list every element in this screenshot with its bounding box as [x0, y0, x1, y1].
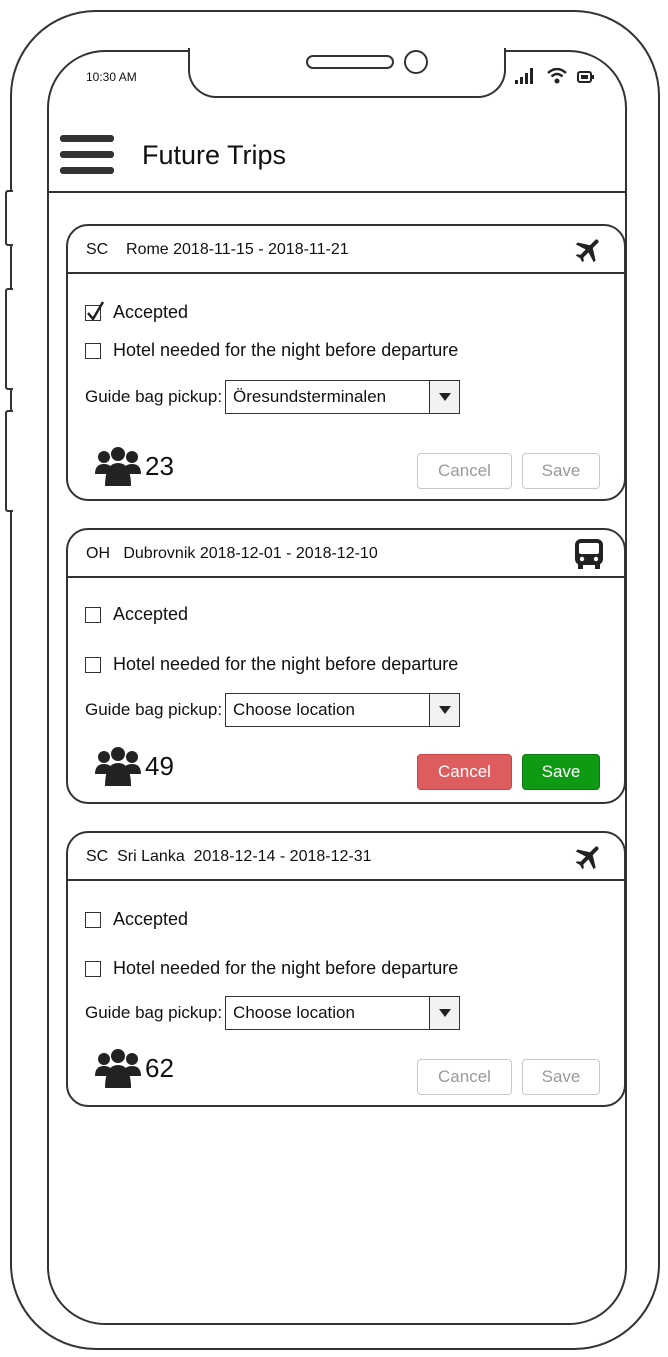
- pickup-select[interactable]: Öresundsterminalen: [225, 380, 461, 414]
- trip-title: SC Rome 2018-11-15 - 2018-11-21: [86, 241, 349, 258]
- pickup-select[interactable]: Choose location: [225, 996, 461, 1030]
- side-button-volume-up: [5, 288, 13, 390]
- trip-card-header: OH Dubrovnik 2018-12-01 - 2018-12-10: [68, 530, 624, 578]
- accepted-row[interactable]: Accepted: [85, 300, 189, 323]
- cancel-button[interactable]: Cancel: [417, 1059, 512, 1095]
- group-icon: [95, 447, 141, 486]
- hotel-checkbox[interactable]: [85, 656, 101, 673]
- hotel-row[interactable]: Hotel needed for the night before depart…: [85, 958, 458, 979]
- trip-card-header: SC Rome 2018-11-15 - 2018-11-21: [68, 226, 624, 274]
- travelers: 49: [95, 746, 174, 786]
- chevron-down-icon[interactable]: [429, 381, 460, 413]
- accepted-checkbox[interactable]: [85, 911, 101, 928]
- hotel-checkbox[interactable]: [85, 960, 101, 977]
- battery-icon: [577, 71, 594, 83]
- accepted-row[interactable]: Accepted: [85, 604, 188, 625]
- travelers: 62: [95, 1048, 174, 1088]
- accepted-label: Accepted: [113, 302, 189, 322]
- status-time: 10:30 AM: [86, 70, 137, 84]
- front-camera: [404, 50, 428, 74]
- pickup-label: Guide bag pickup:: [85, 700, 223, 719]
- hotel-label: Hotel needed for the night before depart…: [113, 340, 459, 360]
- group-icon: [95, 747, 141, 786]
- pickup-value: Choose location: [233, 700, 355, 719]
- travelers: 23: [95, 446, 174, 486]
- pickup-row: Guide bag pickup: Öresundsterminalen: [85, 380, 461, 414]
- traveler-count: 62: [145, 1052, 174, 1083]
- hotel-label: Hotel needed for the night before depart…: [113, 654, 459, 674]
- airplane-icon: [575, 846, 599, 870]
- accepted-label: Accepted: [113, 604, 189, 624]
- page-title: Future Trips: [142, 140, 287, 170]
- header-divider: [47, 191, 627, 193]
- wifi-icon: [547, 68, 567, 84]
- side-button-silent: [5, 190, 13, 246]
- trip-title: SC Sri Lanka 2018-12-14 - 2018-12-31: [86, 848, 372, 865]
- accepted-checkbox[interactable]: [85, 606, 101, 623]
- pickup-value: Choose location: [233, 1003, 355, 1022]
- hotel-label: Hotel needed for the night before depart…: [113, 958, 459, 978]
- pickup-value: Öresundsterminalen: [233, 387, 387, 406]
- trip-card: OH Dubrovnik 2018-12-01 - 2018-12-10 Acc…: [66, 528, 626, 804]
- save-button[interactable]: Save: [522, 453, 600, 489]
- pickup-row: Guide bag pickup: Choose location: [85, 693, 461, 727]
- trip-title: OH Dubrovnik 2018-12-01 - 2018-12-10: [86, 545, 378, 562]
- chevron-down-icon[interactable]: [429, 997, 460, 1029]
- pickup-label: Guide bag pickup:: [85, 1003, 223, 1022]
- accepted-checkbox[interactable]: [85, 300, 105, 321]
- group-icon: [95, 1049, 141, 1088]
- pickup-row: Guide bag pickup: Choose location: [85, 996, 461, 1030]
- bus-icon: [575, 539, 603, 569]
- trip-card-header: SC Sri Lanka 2018-12-14 - 2018-12-31: [68, 833, 624, 881]
- menu-button[interactable]: [60, 135, 114, 175]
- hotel-row[interactable]: Hotel needed for the night before depart…: [85, 654, 458, 675]
- save-button[interactable]: Save: [522, 1059, 600, 1095]
- traveler-count: 49: [145, 750, 174, 781]
- cancel-button[interactable]: Cancel: [417, 754, 512, 790]
- pickup-select[interactable]: Choose location: [225, 693, 461, 727]
- cancel-button[interactable]: Cancel: [417, 453, 512, 489]
- traveler-count: 23: [145, 450, 174, 481]
- hotel-row[interactable]: Hotel needed for the night before depart…: [85, 340, 458, 361]
- side-button-volume-down: [5, 410, 13, 512]
- hotel-checkbox[interactable]: [85, 342, 101, 359]
- accepted-row[interactable]: Accepted: [85, 909, 188, 930]
- chevron-down-icon[interactable]: [429, 694, 460, 726]
- trip-card: SC Sri Lanka 2018-12-14 - 2018-12-31 Acc…: [66, 831, 626, 1107]
- save-button[interactable]: Save: [522, 754, 600, 790]
- accepted-label: Accepted: [113, 909, 189, 929]
- speaker-grille: [306, 55, 394, 69]
- signal-icon: [515, 68, 533, 84]
- airplane-icon: [575, 239, 599, 263]
- status-icons: [515, 68, 595, 84]
- trip-card: SC Rome 2018-11-15 - 2018-11-21 Accepted…: [66, 224, 626, 501]
- pickup-label: Guide bag pickup:: [85, 387, 223, 406]
